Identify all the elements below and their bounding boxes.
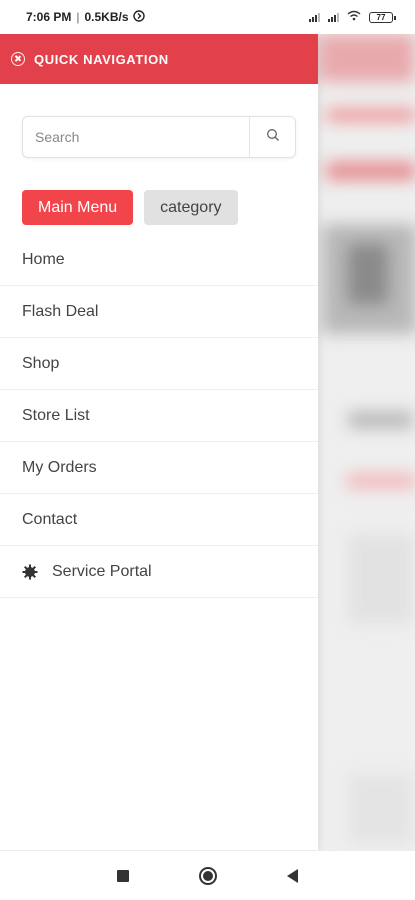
wifi-icon [347,10,361,24]
home-button[interactable] [199,866,217,885]
close-icon[interactable] [11,52,25,66]
gear-icon [22,564,38,580]
signal-icon-2 [328,12,339,22]
menu-tabs: Main Menu category [22,190,238,225]
bg-blob [348,534,413,624]
menu-item-label: My Orders [22,458,97,476]
status-right: 77 [309,10,396,24]
search-input[interactable] [23,117,249,157]
menu-item-store-list[interactable]: Store List [0,390,318,442]
quick-navigation-drawer: QUICK NAVIGATION Main Menu category Home… [0,34,318,850]
menu-item-flash-deal[interactable]: Flash Deal [0,286,318,338]
sync-icon [132,9,145,25]
menu-item-label: Flash Deal [22,302,99,320]
status-time: 7:06 PM [26,10,72,24]
menu-item-home[interactable]: Home [0,234,318,286]
tab-category[interactable]: category [144,190,238,225]
bg-blob [348,774,413,844]
search-button[interactable] [249,117,295,157]
back-button[interactable] [287,868,298,883]
search-box [22,116,296,158]
bg-blob [346,474,415,488]
screen: 7:06 PM | 0.5KB/s 77 QUICK NAVIGATION Se… [0,0,415,900]
network-speed: 0.5KB/s [84,10,129,24]
status-separator: | [76,10,80,24]
bg-blob [348,244,388,304]
bg-blob [326,109,415,121]
menu-item-label: Contact [22,510,78,528]
menu-item-label: Service Portal [52,562,152,580]
menu-item-shop[interactable]: Shop [0,338,318,390]
drawer-title: QUICK NAVIGATION [34,51,169,67]
menu-item-label: Home [22,250,65,268]
signal-icon [309,12,320,22]
menu-item-contact[interactable]: Contact [0,494,318,546]
menu-item-service-portal[interactable]: Service Portal [0,546,318,598]
menu-item-label: Shop [22,354,60,372]
menu-item-my-orders[interactable]: My Orders [0,442,318,494]
search-icon [266,128,280,147]
tab-main-menu[interactable]: Main Menu [22,190,134,225]
status-left: 7:06 PM | 0.5KB/s [26,9,145,25]
menu-item-label: Store List [22,406,90,424]
recents-button[interactable] [117,869,129,882]
battery-level: 77 [376,12,386,22]
background-page[interactable] [318,34,415,850]
bg-blob [326,162,415,180]
system-nav-bar [0,850,415,900]
status-bar: 7:06 PM | 0.5KB/s 77 [0,0,415,34]
bg-blob [348,412,413,428]
battery-icon: 77 [369,11,396,23]
drawer-header: QUICK NAVIGATION [0,34,318,84]
main-menu-list: Home Flash Deal Shop Store List My Order… [0,234,318,598]
bg-blob [318,34,415,82]
